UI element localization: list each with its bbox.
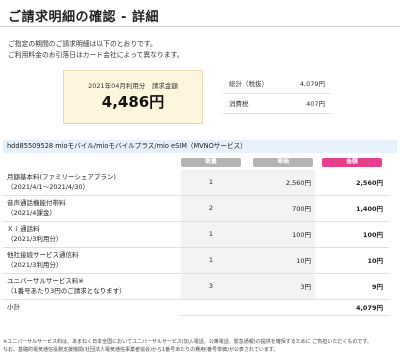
universal-service-footnote: ※ユニバーサルサービス料は、あまねく日本全国においてユニバーサルサービス(加入電… bbox=[3, 338, 398, 354]
billing-detail-table: 月額基本料(ファミリーシェアプラン) （2021/4/1〜2021/4/30） … bbox=[3, 170, 389, 316]
table-row: 音声通話機能付帯料 （2021/4課金） 2 700円 1,400円 bbox=[3, 195, 389, 222]
item-qty: 1 bbox=[181, 170, 241, 196]
item-qty: 2 bbox=[181, 195, 241, 222]
billing-period-caption: 2021年04月利用分 請求金額 bbox=[88, 82, 178, 90]
tax-summary: 総計（税抜） 4,079円 消費税 407円 bbox=[223, 74, 331, 114]
item-unit-price: 10円 bbox=[241, 247, 315, 274]
column-header-qty: 数量 bbox=[181, 158, 241, 167]
column-header-amount: 金額 bbox=[322, 158, 382, 167]
column-headers: 数量 単価 金額 bbox=[0, 158, 400, 168]
table-row: ユニバーサルサービス料※ （1番号あたり3円のご請求となります） 3 3円 9円 bbox=[3, 273, 389, 300]
item-period: （2021/4課金） bbox=[7, 209, 56, 217]
item-name-cell: 月額基本料(ファミリーシェアプラン) （2021/4/1〜2021/4/30） bbox=[3, 170, 181, 196]
item-amount: 10円 bbox=[315, 247, 389, 274]
billing-total-amount: 4,486円 bbox=[101, 93, 165, 111]
subtotal-row: 小計 4,079円 bbox=[3, 299, 389, 316]
summary-label: 消費税 bbox=[229, 100, 249, 108]
item-qty: 1 bbox=[181, 221, 241, 248]
item-amount: 100円 bbox=[315, 221, 389, 248]
summary-row-total-excl-tax: 総計（税抜） 4,079円 bbox=[223, 74, 331, 94]
intro-line: ご利用料金のお引落日はカード会社によって異なります。 bbox=[8, 51, 184, 59]
page-title: ご請求明細の確認 - 詳細 bbox=[8, 10, 159, 25]
footnote-line: ※ユニバーサルサービス料は、あまねく日本全国においてユニバーサルサービス(加入電… bbox=[3, 339, 372, 345]
subtotal-spacer bbox=[241, 299, 315, 316]
item-name: ユニバーサルサービス料※ bbox=[7, 277, 84, 285]
billing-total-box: 2021年04月利用分 請求金額 4,486円 bbox=[63, 70, 203, 124]
subtotal-spacer bbox=[181, 299, 241, 316]
item-name: 他社接続サービス通信料 bbox=[7, 251, 79, 259]
item-name-cell: 音声通話機能付帯料 （2021/4課金） bbox=[3, 195, 181, 222]
table-row: Ｘｉ通話料 （2021/3利用分） 1 100円 100円 bbox=[3, 221, 389, 248]
item-name-cell: ユニバーサルサービス料※ （1番号あたり3円のご請求となります） bbox=[3, 273, 181, 300]
subtotal-amount: 4,079円 bbox=[315, 299, 389, 316]
item-period: （2021/3利用分） bbox=[7, 261, 63, 269]
item-amount: 1,400円 bbox=[315, 195, 389, 222]
footnote-line: なお、基礎的電気通信役務支援機関(社団法人電気通信事業者協会)から1番号あたりの… bbox=[3, 347, 279, 353]
summary-row-consumption-tax: 消費税 407円 bbox=[223, 94, 331, 114]
intro-line: ご指定の期間のご請求明細は以下のとおりです。 bbox=[8, 40, 157, 48]
item-amount: 9円 bbox=[315, 273, 389, 300]
summary-value: 4,079円 bbox=[299, 80, 325, 88]
item-name: 月額基本料(ファミリーシェアプラン) bbox=[7, 173, 116, 182]
summary-label: 総計（税抜） bbox=[229, 80, 268, 88]
item-period: （1番号あたり3円のご請求となります） bbox=[7, 287, 126, 295]
item-name-cell: 他社接続サービス通信料 （2021/3利用分） bbox=[3, 247, 181, 274]
item-unit-price: 100円 bbox=[241, 221, 315, 248]
column-header-unit-price: 単価 bbox=[253, 158, 313, 167]
table-row: 月額基本料(ファミリーシェアプラン) （2021/4/1〜2021/4/30） … bbox=[3, 170, 389, 196]
subtotal-label: 小計 bbox=[7, 303, 20, 312]
item-qty: 3 bbox=[181, 273, 241, 300]
item-period: （2021/4/1〜2021/4/30） bbox=[7, 183, 90, 192]
summary-value: 407円 bbox=[306, 100, 325, 108]
item-amount: 2,560円 bbox=[315, 170, 389, 196]
service-line-header: hdd85509528 mioモバイル/mioモバイルプラス/mio eSIM（… bbox=[3, 140, 397, 153]
item-unit-price: 2,560円 bbox=[241, 170, 315, 196]
item-name-cell: Ｘｉ通話料 （2021/3利用分） bbox=[3, 221, 181, 248]
table-row: 他社接続サービス通信料 （2021/3利用分） 1 10円 10円 bbox=[3, 247, 389, 274]
item-qty: 1 bbox=[181, 247, 241, 274]
title-divider bbox=[0, 26, 400, 27]
item-name: Ｘｉ通話料 bbox=[7, 225, 40, 233]
item-name: 音声通話機能付帯料 bbox=[7, 199, 66, 207]
item-period: （2021/3利用分） bbox=[7, 235, 63, 243]
item-unit-price: 700円 bbox=[241, 195, 315, 222]
item-unit-price: 3円 bbox=[241, 273, 315, 300]
intro-text: ご指定の期間のご請求明細は以下のとおりです。 ご利用料金のお引落日はカード会社に… bbox=[8, 39, 184, 61]
